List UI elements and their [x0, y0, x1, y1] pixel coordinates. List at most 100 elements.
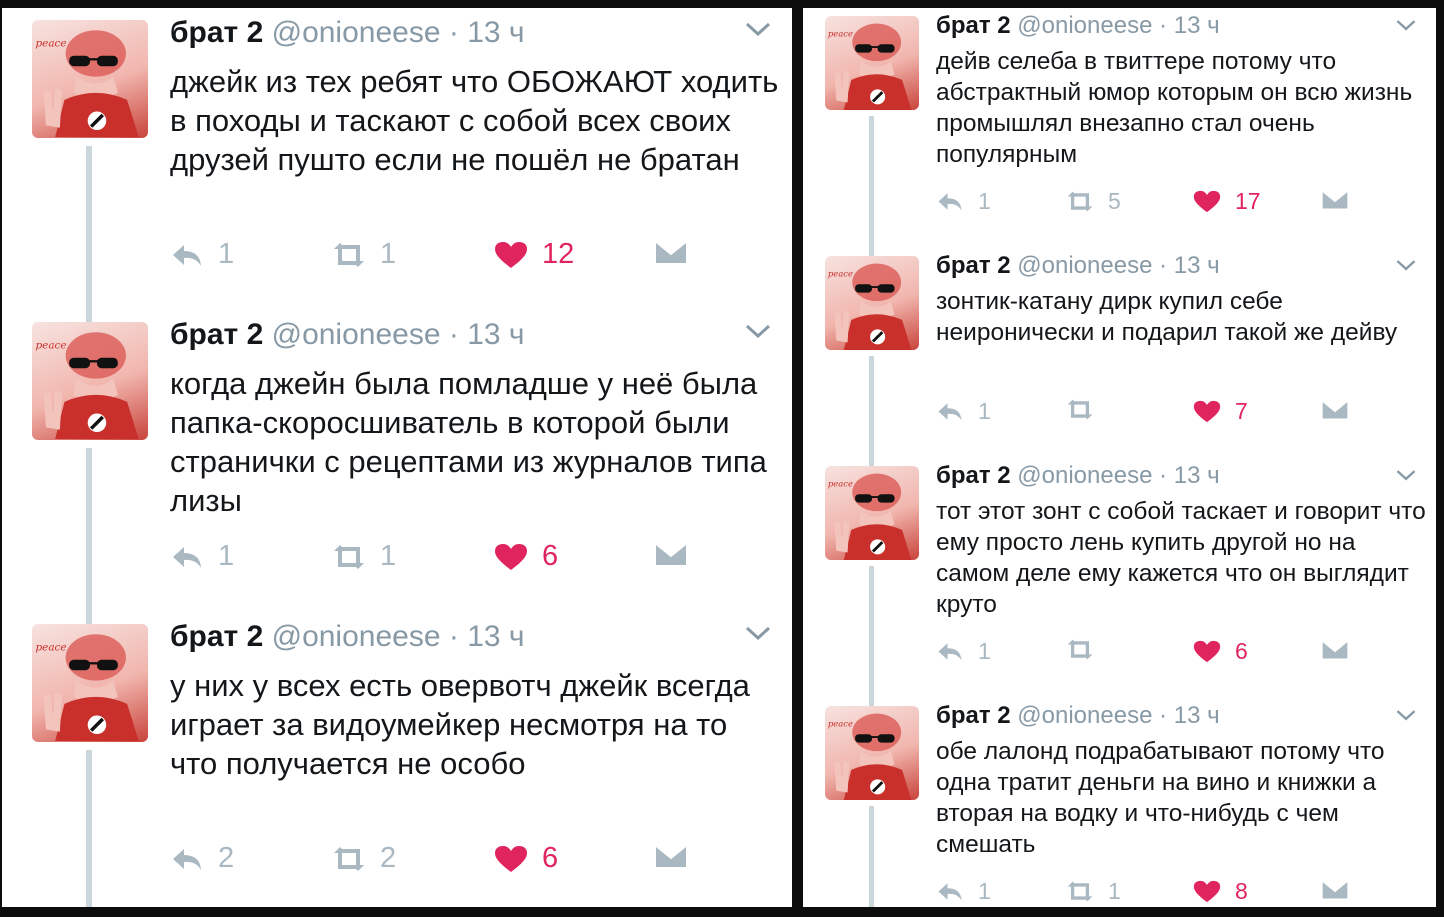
author-name[interactable]: брат 2 — [170, 16, 263, 49]
avatar[interactable]: peace — [825, 256, 919, 350]
chevron-down-icon[interactable] — [744, 322, 772, 345]
like-button[interactable]: 7 — [1193, 398, 1248, 425]
like-button[interactable]: 6 — [494, 842, 558, 875]
tweet-header: брат 2 @onioneese · 13 ч — [170, 318, 525, 352]
avatar[interactable]: peace — [32, 624, 148, 742]
envelope-icon — [654, 240, 688, 265]
author-name[interactable]: брат 2 — [936, 252, 1011, 279]
separator-dot: · — [448, 16, 459, 49]
direct-message-button[interactable] — [654, 540, 702, 568]
like-button[interactable]: 6 — [1193, 638, 1248, 665]
reply-button[interactable]: 1 — [170, 238, 234, 271]
retweet-icon — [1067, 881, 1093, 902]
tweet[interactable]: peace брат 2 @onioneese · 13 ч зонтик-ка… — [803, 248, 1436, 458]
chevron-down-icon[interactable] — [1395, 468, 1417, 487]
like-count: 7 — [1235, 398, 1248, 424]
thread-line — [86, 750, 92, 907]
like-count: 17 — [1235, 188, 1261, 214]
thread-line — [86, 448, 92, 612]
reply-button[interactable]: 1 — [936, 638, 991, 665]
direct-message-button[interactable] — [654, 238, 702, 266]
tweet[interactable]: peace брат 2 @onioneese · 13 ч дейв селе… — [803, 8, 1436, 248]
direct-message-button[interactable] — [654, 842, 702, 870]
chevron-down-icon[interactable] — [1395, 18, 1417, 37]
reply-icon — [938, 643, 962, 661]
author-name[interactable]: брат 2 — [936, 12, 1011, 39]
retweet-button[interactable]: 5 — [1066, 188, 1121, 215]
tweet[interactable]: peace брат 2 @onioneese · 13 ч джейк из … — [2, 8, 792, 310]
timestamp[interactable]: 13 ч — [467, 318, 524, 351]
retweet-count: 1 — [380, 540, 397, 572]
timestamp[interactable]: 13 ч — [467, 16, 524, 49]
author-handle[interactable]: @onioneese — [1017, 462, 1152, 489]
direct-message-button[interactable] — [1321, 878, 1363, 901]
reply-button[interactable]: 1 — [936, 398, 991, 425]
tweet-text: джейк из тех ребят что ОБОЖАЮТ ходить в … — [170, 64, 779, 177]
chevron-down-icon[interactable] — [744, 20, 772, 43]
envelope-icon — [654, 844, 688, 869]
tweet-header: брат 2 @onioneese · 13 ч — [170, 620, 525, 654]
like-button[interactable]: 17 — [1193, 188, 1261, 215]
avatar[interactable]: peace — [825, 16, 919, 110]
reply-button[interactable]: 1 — [936, 878, 991, 905]
like-button[interactable]: 6 — [494, 540, 558, 573]
tweet[interactable]: peace брат 2 @onioneese · 13 ч обе лалон… — [803, 698, 1436, 907]
chevron-down-icon[interactable] — [744, 624, 772, 647]
retweet-button[interactable]: 2 — [332, 842, 396, 875]
heart-icon — [1193, 640, 1221, 663]
direct-message-button[interactable] — [1321, 398, 1363, 421]
author-name[interactable]: брат 2 — [170, 318, 263, 351]
retweet-button[interactable]: 1 — [332, 238, 396, 271]
like-button[interactable]: 8 — [1193, 878, 1248, 905]
retweet-button[interactable]: 1 — [1066, 878, 1121, 905]
reply-icon — [938, 403, 962, 421]
envelope-icon — [1321, 189, 1349, 211]
avatar[interactable]: peace — [825, 466, 919, 560]
thread-line-top — [869, 248, 874, 256]
chevron-down-icon[interactable] — [1395, 708, 1417, 727]
retweet-button[interactable]: 1 — [332, 540, 396, 573]
timestamp[interactable]: 13 ч — [1174, 12, 1220, 39]
avatar[interactable]: peace — [825, 706, 919, 800]
author-handle[interactable]: @onioneese — [272, 318, 441, 351]
envelope-icon — [1321, 399, 1349, 421]
reply-count: 1 — [218, 238, 235, 270]
timestamp[interactable]: 13 ч — [1174, 702, 1220, 729]
reply-button[interactable]: 1 — [936, 188, 991, 215]
author-handle[interactable]: @onioneese — [1017, 252, 1152, 279]
author-handle[interactable]: @onioneese — [1017, 12, 1152, 39]
author-handle[interactable]: @onioneese — [1017, 702, 1152, 729]
tweet[interactable]: peace брат 2 @onioneese · 13 ч тот этот … — [803, 458, 1436, 698]
timestamp[interactable]: 13 ч — [1174, 462, 1220, 489]
tweet-text: обе лалонд подрабатывают потому что одна… — [936, 738, 1385, 858]
like-count: 8 — [1235, 878, 1248, 904]
separator-dot: · — [448, 620, 459, 653]
tweet-panel-right: peace брат 2 @onioneese · 13 ч дейв селе… — [803, 8, 1436, 907]
author-name[interactable]: брат 2 — [936, 462, 1011, 489]
timestamp[interactable]: 13 ч — [467, 620, 524, 653]
thread-line-top — [86, 612, 92, 624]
like-button[interactable]: 12 — [494, 238, 574, 271]
author-name[interactable]: брат 2 — [170, 620, 263, 653]
avatar[interactable]: peace — [32, 20, 148, 138]
retweet-button[interactable] — [1066, 638, 1108, 661]
avatar-text: peace — [35, 38, 66, 50]
author-handle[interactable]: @onioneese — [272, 620, 441, 653]
retweet-button[interactable] — [1066, 398, 1108, 421]
tweet-panel-left: peace брат 2 @onioneese · 13 ч джейк из … — [2, 8, 792, 907]
chevron-down-icon[interactable] — [1395, 258, 1417, 277]
direct-message-button[interactable] — [1321, 638, 1363, 661]
envelope-icon — [1321, 639, 1349, 661]
reply-button[interactable]: 2 — [170, 842, 234, 875]
reply-button[interactable]: 1 — [170, 540, 234, 573]
timestamp[interactable]: 13 ч — [1174, 252, 1220, 279]
retweet-icon — [334, 846, 364, 871]
avatar[interactable]: peace — [32, 322, 148, 440]
author-name[interactable]: брат 2 — [936, 702, 1011, 729]
thread-line — [86, 146, 92, 310]
like-count: 12 — [542, 238, 575, 270]
direct-message-button[interactable] — [1321, 188, 1363, 211]
tweet[interactable]: peace брат 2 @onioneese · 13 ч когда дже… — [2, 310, 792, 612]
author-handle[interactable]: @onioneese — [272, 16, 441, 49]
tweet[interactable]: peace брат 2 @onioneese · 13 ч у них у в… — [2, 612, 792, 907]
